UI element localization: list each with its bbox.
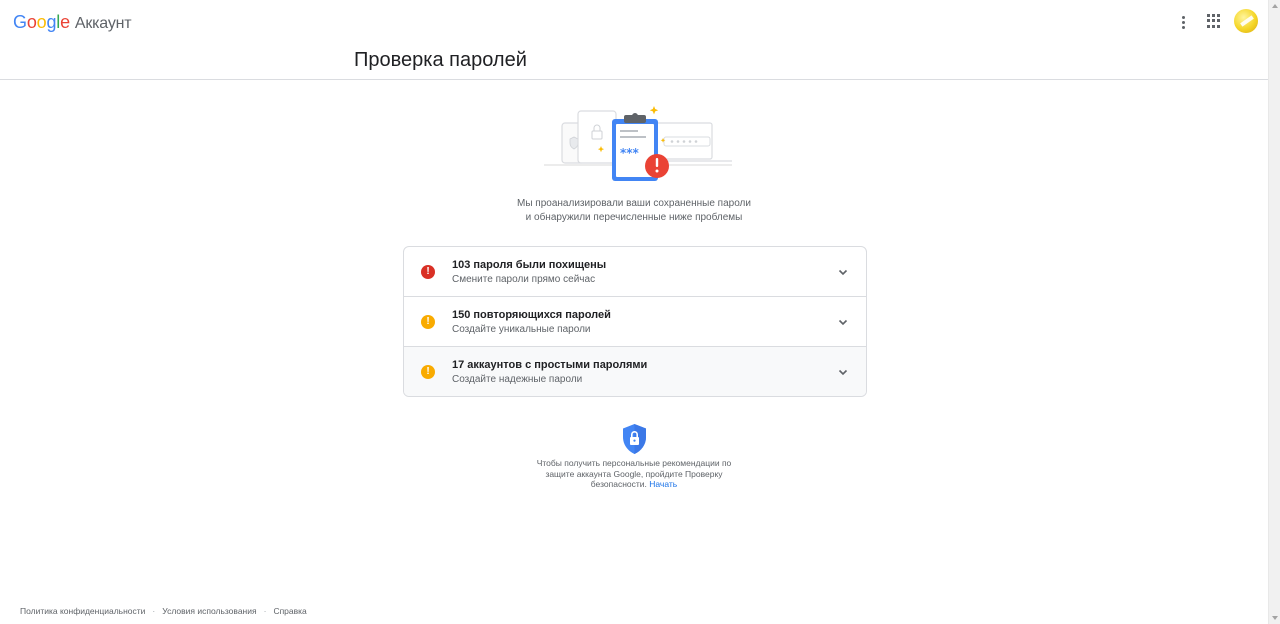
checkup-line: безопасности. bbox=[590, 479, 647, 489]
warning-icon: ! bbox=[421, 315, 435, 329]
scroll-up-arrow-icon[interactable] bbox=[1272, 4, 1278, 8]
footer: Политика конфиденциальности · Условия ис… bbox=[20, 606, 307, 616]
checkup-line-last: безопасности. Начать bbox=[520, 479, 748, 490]
help-link[interactable]: Справка bbox=[273, 606, 306, 616]
vertical-scrollbar[interactable] bbox=[1268, 0, 1280, 624]
page-title: Проверка паролей bbox=[354, 49, 527, 71]
password-checkup-illustration: *** bbox=[544, 106, 732, 181]
footer-separator: · bbox=[152, 606, 156, 616]
warning-icon: ! bbox=[421, 365, 435, 379]
checkup-line: Чтобы получить персональные рекомендации… bbox=[536, 458, 732, 468]
issue-subtitle: Создайте уникальные пароли bbox=[452, 324, 591, 335]
avatar[interactable] bbox=[1234, 9, 1258, 33]
checkup-line: защите аккаунта Google, пройдите Проверк… bbox=[545, 468, 723, 479]
issues-list: ! 103 пароля были похищены Смените парол… bbox=[403, 246, 867, 397]
issue-title: 17 аккаунтов с простыми паролями bbox=[452, 359, 648, 371]
issue-weak-passwords[interactable]: ! 17 аккаунтов с простыми паролями Созда… bbox=[404, 347, 866, 396]
header-divider bbox=[0, 79, 1268, 80]
issue-subtitle: Создайте надежные пароли bbox=[452, 374, 583, 385]
google-account-logo[interactable]: Google Аккаунт bbox=[13, 12, 132, 33]
issue-title: 150 повторяющихся паролей bbox=[452, 309, 611, 321]
logo-letter: o bbox=[26, 12, 37, 32]
top-bar: Google Аккаунт bbox=[0, 0, 1268, 44]
apps-grid-icon[interactable] bbox=[1207, 14, 1221, 28]
chevron-down-icon[interactable] bbox=[837, 266, 849, 278]
issue-title: 103 пароля были похищены bbox=[452, 259, 607, 271]
svg-text:***: *** bbox=[620, 146, 640, 160]
issue-reused-passwords[interactable]: ! 150 повторяющихся паролей Создайте уни… bbox=[404, 297, 866, 347]
logo-letter: o bbox=[36, 12, 47, 32]
product-name: Аккаунт bbox=[74, 15, 132, 32]
intro-text: Мы проанализировали ваши сохраненные пар… bbox=[434, 197, 834, 224]
security-checkup-text: Чтобы получить персональные рекомендации… bbox=[520, 458, 748, 490]
terms-link[interactable]: Условия использования bbox=[162, 606, 256, 616]
page: Google Аккаунт Проверка паролей *** Мы п… bbox=[0, 0, 1280, 624]
intro-line: и обнаружили перечисленные ниже проблемы bbox=[525, 211, 743, 223]
logo-letter: e bbox=[60, 12, 70, 32]
logo-letter: G bbox=[13, 12, 27, 32]
error-icon: ! bbox=[421, 265, 435, 279]
chevron-down-icon[interactable] bbox=[837, 316, 849, 328]
chevron-down-icon[interactable] bbox=[837, 366, 849, 378]
privacy-policy-link[interactable]: Политика конфиденциальности bbox=[20, 606, 145, 616]
issue-subtitle: Смените пароли прямо сейчас bbox=[452, 274, 596, 285]
logo-letter: g bbox=[46, 12, 57, 32]
shield-lock-icon bbox=[623, 424, 646, 454]
scroll-down-arrow-icon[interactable] bbox=[1272, 616, 1278, 620]
issue-compromised-passwords[interactable]: ! 103 пароля были похищены Смените парол… bbox=[404, 247, 866, 297]
footer-separator: · bbox=[263, 606, 267, 616]
intro-line: Мы проанализировали ваши сохраненные пар… bbox=[517, 198, 751, 209]
start-checkup-link[interactable]: Начать bbox=[649, 479, 677, 489]
more-vert-icon[interactable] bbox=[1176, 12, 1190, 32]
